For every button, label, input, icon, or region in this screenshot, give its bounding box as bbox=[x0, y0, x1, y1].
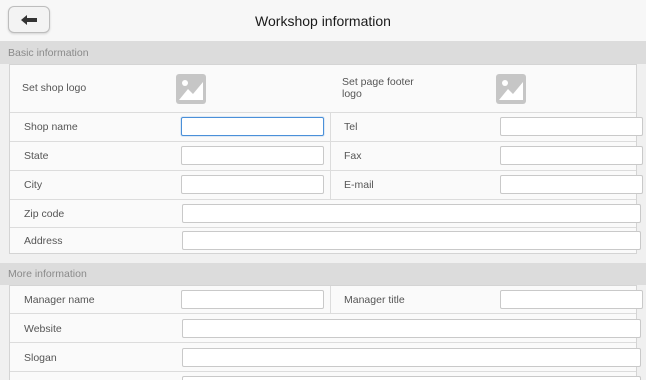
city-label: City bbox=[24, 179, 43, 191]
logo-row: Set shop logo Set page footer logo bbox=[10, 65, 636, 113]
section-header-basic: Basic information bbox=[0, 42, 646, 64]
manager-title-input[interactable] bbox=[500, 290, 643, 309]
address-label: Address bbox=[24, 235, 63, 247]
column-divider bbox=[330, 171, 331, 200]
address-input[interactable] bbox=[182, 231, 641, 250]
website-row: Website bbox=[10, 314, 641, 343]
email-input[interactable] bbox=[500, 175, 643, 194]
image-placeholder-icon bbox=[179, 80, 203, 100]
title-bar: Workshop information bbox=[0, 0, 646, 42]
column-divider bbox=[330, 286, 331, 314]
page-title: Workshop information bbox=[255, 13, 391, 29]
basic-info-panel: Set shop logo Set page footer logo Shop … bbox=[9, 64, 643, 254]
state-input[interactable] bbox=[181, 146, 324, 165]
shop-name-row: Shop name Tel bbox=[10, 113, 643, 142]
slogan-row: Slogan bbox=[10, 343, 641, 372]
address-row: Address bbox=[10, 228, 641, 254]
email-label: E-mail bbox=[344, 179, 374, 191]
column-divider bbox=[330, 142, 331, 171]
state-label: State bbox=[24, 150, 49, 162]
fax-label: Fax bbox=[344, 150, 362, 162]
shop-logo-image-icon[interactable] bbox=[176, 74, 206, 104]
website-label: Website bbox=[24, 323, 62, 335]
city-input[interactable] bbox=[181, 175, 324, 194]
more-info-panel: Manager name Manager title Website Sloga… bbox=[9, 285, 643, 380]
shop-name-label: Shop name bbox=[24, 121, 78, 133]
manager-title-label: Manager title bbox=[344, 294, 405, 306]
image-placeholder-icon bbox=[499, 80, 523, 100]
footer-logo-label-line1: Set page footer bbox=[342, 76, 414, 88]
section-header-more: More information bbox=[0, 263, 646, 285]
slogan-input[interactable] bbox=[182, 348, 641, 367]
footer-logo-label: Set page footer logo bbox=[342, 76, 414, 100]
column-divider bbox=[330, 113, 331, 142]
shop-logo-label: Set shop logo bbox=[22, 82, 87, 94]
manager-name-input[interactable] bbox=[181, 290, 324, 309]
zip-code-input[interactable] bbox=[182, 204, 641, 223]
city-row: City E-mail bbox=[10, 171, 643, 200]
partial-input[interactable] bbox=[182, 376, 641, 380]
next-row-partial bbox=[10, 372, 641, 380]
manager-name-label: Manager name bbox=[24, 294, 95, 306]
zip-code-label: Zip code bbox=[24, 208, 65, 220]
footer-logo-label-line2: logo bbox=[342, 88, 362, 100]
website-input[interactable] bbox=[182, 319, 641, 338]
slogan-label: Slogan bbox=[24, 352, 57, 364]
tel-label: Tel bbox=[344, 121, 358, 133]
fax-input[interactable] bbox=[500, 146, 643, 165]
tel-input[interactable] bbox=[500, 117, 643, 136]
shop-name-input[interactable] bbox=[181, 117, 324, 136]
state-row: State Fax bbox=[10, 142, 643, 171]
manager-row: Manager name Manager title bbox=[10, 286, 643, 314]
zip-row: Zip code bbox=[10, 200, 641, 228]
footer-logo-image-icon[interactable] bbox=[496, 74, 526, 104]
